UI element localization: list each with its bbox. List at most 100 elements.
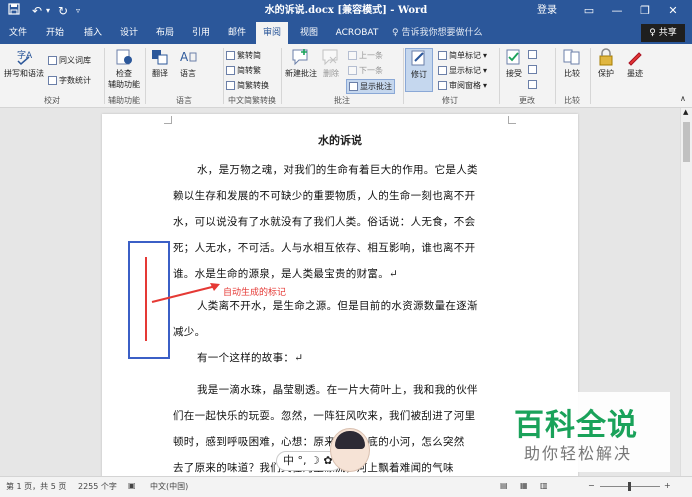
next-comment-button[interactable]: 下一条 [348, 65, 383, 76]
tab-review[interactable]: 审阅 [256, 22, 288, 44]
tab-layout[interactable]: 布局 [150, 22, 180, 44]
compare-button[interactable]: 比较 [558, 48, 586, 79]
convert-button[interactable]: 简繁转换 [226, 80, 269, 91]
print-layout-icon[interactable]: ▦ [520, 481, 528, 490]
tab-view[interactable]: 视图 [294, 22, 324, 44]
markup-label: 简单标记 [449, 51, 481, 60]
svg-text:A: A [180, 50, 189, 64]
language-icon: A [180, 50, 197, 64]
collapse-ribbon-icon[interactable]: ∧ [680, 94, 686, 103]
page-count[interactable]: 第 1 页，共 5 页 [6, 481, 66, 492]
group-label-accessibility: 辅助功能 [108, 96, 140, 105]
translate-button[interactable]: 翻译 [147, 48, 173, 79]
share-button[interactable]: ♀ 共享 [641, 24, 685, 42]
new-comment-label: 新建批注 [285, 69, 317, 78]
show-comments-button[interactable]: 显示批注 [346, 79, 395, 94]
tab-acrobat[interactable]: ACROBAT [330, 22, 384, 44]
spelling-button[interactable]: 字A 拼写和语法 [4, 48, 44, 79]
ribbon-tabs: 文件 开始 插入 设计 布局 引用 邮件 审阅 视图 ACROBAT ♀ 告诉我… [0, 22, 692, 44]
check-label-2: 辅助功能 [108, 80, 140, 89]
compare-icon [563, 49, 580, 65]
protect-label: 保护 [598, 69, 614, 78]
ribbon-options-icon[interactable]: ▭ [578, 2, 600, 20]
zoom-out-button[interactable]: − [588, 481, 595, 490]
wordcount-label: 字数统计 [59, 76, 91, 85]
chevron-down-icon: ▾ [483, 66, 488, 75]
tell-me-search[interactable]: ♀ 告诉我你想要做什么 [392, 22, 482, 44]
language-status[interactable]: 中文(中国) [150, 481, 188, 492]
ink-button[interactable]: 墨迹 [622, 48, 648, 79]
check-accessibility-button[interactable]: 检查 辅助功能 [106, 48, 142, 90]
show-markup-icon [438, 66, 447, 75]
avatar-hair [335, 431, 365, 449]
margin-corner-mark [164, 116, 172, 124]
markup-dropdown[interactable]: 简单标记 ▾ [438, 50, 487, 61]
word-count[interactable]: 2255 个字 [78, 481, 117, 492]
next-change-icon [528, 80, 537, 89]
watermark-title: 百科全说 [514, 408, 638, 443]
s2t-button[interactable]: 简转繁 [226, 65, 261, 76]
next-comment-icon [348, 66, 357, 75]
new-comment-button[interactable]: 新建批注 [283, 48, 319, 79]
review-pane-dropdown[interactable]: 审阅窗格 ▾ [438, 80, 487, 91]
prev-change-button[interactable] [528, 65, 537, 74]
t2s-button[interactable]: 繁转简 [226, 50, 261, 61]
scrollbar-thumb[interactable] [683, 122, 690, 162]
minimize-button[interactable]: — [606, 2, 628, 20]
tab-design[interactable]: 设计 [114, 22, 144, 44]
restore-button[interactable]: ❐ [634, 2, 656, 20]
show-markup-dropdown[interactable]: 显示标记 ▾ [438, 65, 487, 76]
prev-comment-icon [348, 51, 357, 60]
convert-label: 简繁转换 [237, 81, 269, 90]
zoom-in-button[interactable]: + [664, 481, 671, 490]
next-change-button[interactable] [528, 80, 537, 89]
spelling-label: 拼写和语法 [4, 69, 44, 78]
prev-comment-label: 上一条 [359, 51, 383, 60]
group-separator [403, 48, 404, 104]
accept-icon [506, 49, 520, 65]
thesaurus-button[interactable]: 同义词库 [48, 55, 91, 66]
text-line: 赖以生存和发展的不可缺少的重要物质，人的生命一刻也离不开 [173, 190, 476, 202]
text-line: 水，是万物之魂，对我们的生命有着巨大的作用。它是人类 [197, 164, 478, 176]
accept-button[interactable]: 接受 [502, 48, 526, 79]
chevron-down-icon: ▾ [483, 81, 488, 90]
track-changes-label: 修订 [411, 70, 427, 79]
group-label-compare: 比较 [564, 96, 580, 105]
tab-home[interactable]: 开始 [40, 22, 70, 44]
tab-insert[interactable]: 插入 [78, 22, 108, 44]
prev-comment-button[interactable]: 上一条 [348, 50, 383, 61]
proofing-status-icon[interactable]: ▣ [128, 481, 136, 490]
s2t-label: 简转繁 [237, 66, 261, 75]
next-comment-label: 下一条 [359, 66, 383, 75]
watermark-subtitle: 助你轻松解决 [524, 444, 633, 463]
language-label: 语言 [180, 69, 196, 78]
wordcount-button[interactable]: 字数统计 [48, 75, 91, 86]
group-separator [145, 48, 146, 104]
text-line: 死；人无水，不可活。人与水相互依存、相互影响，谁也离不开 [173, 242, 476, 254]
close-button[interactable]: ✕ [662, 2, 684, 20]
compare-label: 比较 [564, 69, 580, 78]
translate-icon [152, 50, 168, 65]
translate-label: 翻译 [152, 69, 168, 78]
vertical-scrollbar[interactable]: ▲ [680, 108, 692, 476]
text-line: 我是一滴水珠，晶莹剔透。在一片大荷叶上，我和我的伙伴 [197, 384, 478, 396]
tab-mailings[interactable]: 邮件 [222, 22, 252, 44]
ink-label: 墨迹 [627, 69, 643, 78]
protect-button[interactable]: 保护 [593, 48, 619, 79]
web-layout-icon[interactable]: ▥ [540, 481, 548, 490]
tab-references[interactable]: 引用 [186, 22, 216, 44]
delete-comment-button[interactable]: 删除 [321, 48, 341, 79]
login-link[interactable]: 登录 [537, 3, 557, 19]
review-pane-label: 审阅窗格 [449, 81, 481, 90]
reject-button[interactable] [528, 50, 537, 59]
zoom-slider-thumb[interactable] [628, 482, 631, 491]
track-changes-button[interactable]: 修订 [405, 48, 433, 92]
svg-text:字A: 字A [17, 49, 33, 61]
wordcount-icon [48, 76, 57, 85]
read-mode-icon[interactable]: ▤ [500, 481, 508, 490]
chevron-down-icon: ▾ [483, 51, 488, 60]
scroll-up-icon[interactable]: ▲ [683, 108, 688, 116]
language-button[interactable]: A 语言 [175, 48, 201, 79]
tab-file[interactable]: 文件 [4, 22, 32, 44]
status-bar: 第 1 页，共 5 页 2255 个字 ▣ 中文(中国) ▤ ▦ ▥ − + [0, 476, 692, 497]
